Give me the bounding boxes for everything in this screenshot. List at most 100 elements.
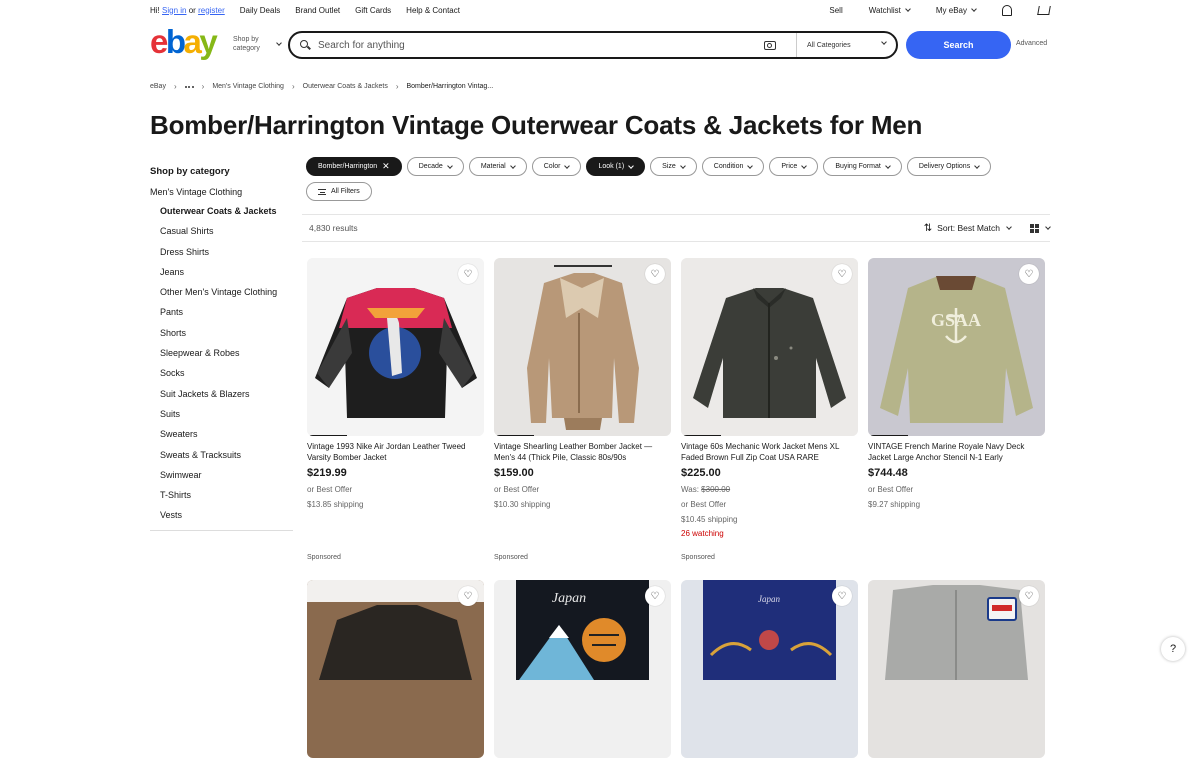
sidebar-item-other[interactable]: Other Men's Vintage Clothing xyxy=(160,286,293,298)
more-dots-icon[interactable] xyxy=(184,85,194,88)
listing-image[interactable]: ♡ xyxy=(307,258,484,436)
help-contact-link[interactable]: Help & Contact xyxy=(406,6,460,15)
cart-icon[interactable] xyxy=(1037,5,1051,15)
my-ebay-menu[interactable]: My eBay xyxy=(936,6,977,15)
sidebar-item-jeans[interactable]: Jeans xyxy=(160,266,293,278)
sidebar-item-swimwear[interactable]: Swimwear xyxy=(160,469,293,481)
sell-link[interactable]: Sell xyxy=(829,6,842,15)
camera-icon[interactable] xyxy=(764,40,776,50)
listing-card[interactable]: ♡ xyxy=(307,580,484,758)
breadcrumb-mens-vintage[interactable]: Men's Vintage Clothing xyxy=(212,83,284,90)
sidebar-item-vests[interactable]: Vests xyxy=(160,509,293,521)
heart-icon[interactable]: ♡ xyxy=(832,586,852,606)
filter-buying-format[interactable]: Buying Format xyxy=(823,157,902,176)
chevron-down-icon xyxy=(679,162,686,169)
all-filters-label: All Filters xyxy=(331,188,360,195)
filter-delivery-options[interactable]: Delivery Options xyxy=(906,157,992,176)
watchlist-label: Watchlist xyxy=(868,5,901,15)
sort-dropdown[interactable]: ⇅ Sort: Best Match xyxy=(924,223,1051,234)
brand-outlet-link[interactable]: Brand Outlet xyxy=(295,6,340,15)
listing-card[interactable]: ♡ Vintage Shearling Leather Bomber Jacke… xyxy=(494,258,671,510)
breadcrumb-outerwear[interactable]: Outerwear Coats & Jackets xyxy=(303,83,388,90)
bell-icon[interactable] xyxy=(1002,4,1012,16)
sidebar-item-sweats[interactable]: Sweats & Tracksuits xyxy=(160,449,293,461)
register-link[interactable]: register xyxy=(198,6,225,15)
chevron-down-icon xyxy=(974,162,981,169)
filter-label: Delivery Options xyxy=(918,163,971,170)
help-button[interactable]: ? xyxy=(1161,637,1185,661)
listing-title[interactable]: Vintage Shearling Leather Bomber Jacket … xyxy=(494,441,671,463)
greeting-text: Hi! xyxy=(150,5,160,15)
listing-image[interactable]: ♡ xyxy=(494,258,671,436)
heart-icon[interactable]: ♡ xyxy=(645,264,665,284)
listing-title[interactable]: VINTAGE French Marine Royale Navy Deck J… xyxy=(868,441,1045,463)
sign-in-link[interactable]: Sign in xyxy=(162,6,186,15)
search-input[interactable] xyxy=(318,39,758,51)
listing-card[interactable]: Japan ♡ xyxy=(681,580,858,758)
category-select[interactable]: All Categories xyxy=(796,33,896,57)
sponsored-label: Sponsored xyxy=(307,554,341,561)
search-button[interactable]: Search xyxy=(906,31,1011,59)
sidebar-item-shorts[interactable]: Shorts xyxy=(160,327,293,339)
advanced-search-link[interactable]: Advanced xyxy=(1016,40,1047,47)
breadcrumb-ebay[interactable]: eBay xyxy=(150,83,166,90)
listing-title[interactable]: Vintage 60s Mechanic Work Jacket Mens XL… xyxy=(681,441,858,463)
filter-look[interactable]: Look (1) xyxy=(586,157,646,176)
filter-material[interactable]: Material xyxy=(468,157,527,176)
listing-image[interactable]: ♡ xyxy=(868,580,1045,758)
sidebar-item-sweaters[interactable]: Sweaters xyxy=(160,428,293,440)
listing-card[interactable]: ♡ Vintage 60s Mechanic Work Jacket Mens … xyxy=(681,258,858,538)
listing-image[interactable]: Japan ♡ xyxy=(681,580,858,758)
heart-icon[interactable]: ♡ xyxy=(832,264,852,284)
sidebar-item-outerwear[interactable]: Outerwear Coats & Jackets xyxy=(160,205,293,217)
filter-size[interactable]: Size xyxy=(650,157,697,176)
sidebar-item-sleepwear[interactable]: Sleepwear & Robes xyxy=(160,347,293,359)
sidebar-parent-category[interactable]: Men's Vintage Clothing xyxy=(150,187,293,197)
breadcrumb-current: Bomber/Harrington Vintag... xyxy=(406,83,494,90)
listing-image[interactable]: ♡ xyxy=(307,580,484,758)
grid-view-icon[interactable] xyxy=(1030,223,1039,233)
all-filters-button[interactable]: All Filters xyxy=(306,182,372,201)
sidebar-item-suit-jackets[interactable]: Suit Jackets & Blazers xyxy=(160,388,293,400)
heart-icon[interactable]: ♡ xyxy=(1019,586,1039,606)
sidebar-item-tshirts[interactable]: T-Shirts xyxy=(160,489,293,501)
filter-color[interactable]: Color xyxy=(531,157,582,176)
sidebar-item-suits[interactable]: Suits xyxy=(160,408,293,420)
filter-condition[interactable]: Condition xyxy=(701,157,765,176)
heart-icon[interactable]: ♡ xyxy=(645,586,665,606)
ebay-logo[interactable]: ebay xyxy=(150,25,218,58)
filter-bomber-harrington[interactable]: Bomber/Harrington ✕ xyxy=(306,157,402,176)
daily-deals-link[interactable]: Daily Deals xyxy=(240,6,280,15)
heart-icon[interactable]: ♡ xyxy=(1019,264,1039,284)
heart-icon[interactable]: ♡ xyxy=(458,586,478,606)
listing-card[interactable]: Japan ♡ xyxy=(494,580,671,758)
gift-cards-link[interactable]: Gift Cards xyxy=(355,6,391,15)
filter-label: Color xyxy=(543,163,561,170)
listing-image[interactable]: ♡ xyxy=(681,258,858,436)
chevron-down-icon xyxy=(628,162,634,169)
filter-price[interactable]: Price xyxy=(769,157,819,176)
listing-title[interactable]: Vintage 1993 Nike Air Jordan Leather Twe… xyxy=(307,441,484,463)
listing-shipping: $10.30 shipping xyxy=(494,500,551,509)
listing-card[interactable]: GSAA ♡ VINTAGE French Marine Royale Navy… xyxy=(868,258,1045,510)
chevron-right-icon: › xyxy=(173,82,177,91)
search-bar: All Categories xyxy=(288,31,898,59)
sidebar-item-socks[interactable]: Socks xyxy=(160,367,293,379)
listing-card[interactable]: ♡ Vintage 1993 Nike Air Jordan Leather T… xyxy=(307,258,484,510)
or-text: or xyxy=(188,5,196,15)
close-icon[interactable]: ✕ xyxy=(382,162,390,171)
sidebar-item-pants[interactable]: Pants xyxy=(160,306,293,318)
sidebar-item-dress-shirts[interactable]: Dress Shirts xyxy=(160,246,293,258)
filter-decade[interactable]: Decade xyxy=(406,157,464,176)
chevron-right-icon: › xyxy=(201,82,205,91)
listing-was-price: Was: $300.00 xyxy=(681,484,858,495)
shop-by-category-button[interactable]: Shop by category xyxy=(233,35,282,53)
chevron-down-icon xyxy=(1006,224,1012,230)
watchlist-menu[interactable]: Watchlist xyxy=(868,5,911,15)
breadcrumb: eBay › › Men's Vintage Clothing › Outerw… xyxy=(150,82,493,91)
listing-image[interactable]: Japan ♡ xyxy=(494,580,671,758)
listing-image[interactable]: GSAA ♡ xyxy=(868,258,1045,436)
heart-icon[interactable]: ♡ xyxy=(458,264,478,284)
listing-card[interactable]: ♡ xyxy=(868,580,1045,758)
sidebar-item-casual-shirts[interactable]: Casual Shirts xyxy=(160,225,293,237)
